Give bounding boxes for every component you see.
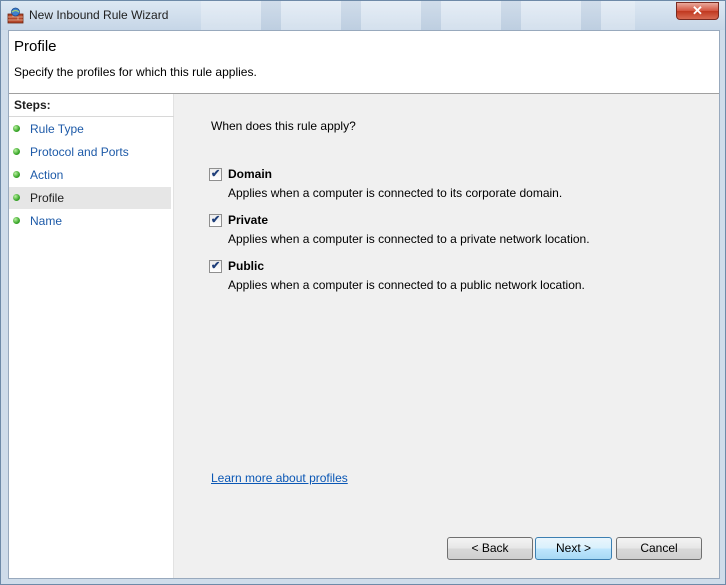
step-protocol-and-ports[interactable]: Protocol and Ports xyxy=(9,141,171,163)
step-current-icon xyxy=(13,194,20,201)
public-checkbox[interactable]: ✔ xyxy=(209,260,222,273)
cancel-button[interactable]: Cancel xyxy=(616,537,702,560)
wizard-client-area: Profile Specify the profiles for which t… xyxy=(8,30,720,579)
option-description: Applies when a computer is connected to … xyxy=(228,232,590,246)
question-text: When does this rule apply? xyxy=(211,119,356,133)
option-title[interactable]: Public xyxy=(228,259,264,273)
step-pending-icon xyxy=(13,217,20,224)
step-name[interactable]: Name xyxy=(9,210,171,232)
firewall-icon xyxy=(7,7,24,24)
checkmark-icon: ✔ xyxy=(211,168,221,180)
step-label: Protocol and Ports xyxy=(30,145,129,159)
step-label: Profile xyxy=(30,191,65,205)
close-icon: ✕ xyxy=(692,3,703,18)
step-label: Name xyxy=(30,214,63,228)
page-description: Specify the profiles for which this rule… xyxy=(14,65,257,79)
step-complete-icon xyxy=(13,125,20,132)
steps-panel: Steps: Rule Type Protocol and Ports Acti… xyxy=(9,94,174,578)
wizard-header: Profile Specify the profiles for which t… xyxy=(9,31,719,94)
close-button[interactable]: ✕ xyxy=(676,2,719,20)
step-profile: Profile xyxy=(9,187,171,209)
step-action[interactable]: Action xyxy=(9,164,171,186)
next-button[interactable]: Next > xyxy=(535,537,612,560)
option-description: Applies when a computer is connected to … xyxy=(228,186,563,200)
step-complete-icon xyxy=(13,171,20,178)
option-title[interactable]: Domain xyxy=(228,167,272,181)
wizard-window: New Inbound Rule Wizard ✕ Profile Specif… xyxy=(0,0,726,585)
option-title[interactable]: Private xyxy=(228,213,268,227)
step-label: Rule Type xyxy=(30,122,84,136)
option-description: Applies when a computer is connected to … xyxy=(228,278,585,292)
steps-divider xyxy=(9,116,174,117)
step-label: Action xyxy=(30,168,64,182)
step-rule-type[interactable]: Rule Type xyxy=(9,118,171,140)
title-bar[interactable]: New Inbound Rule Wizard ✕ xyxy=(1,1,725,30)
page-title: Profile xyxy=(14,38,57,55)
step-complete-icon xyxy=(13,148,20,155)
back-button[interactable]: < Back xyxy=(447,537,533,560)
learn-more-link[interactable]: Learn more about profiles xyxy=(211,471,348,485)
steps-heading: Steps: xyxy=(14,98,51,112)
domain-checkbox[interactable]: ✔ xyxy=(209,168,222,181)
checkmark-icon: ✔ xyxy=(211,260,221,272)
checkmark-icon: ✔ xyxy=(211,214,221,226)
private-checkbox[interactable]: ✔ xyxy=(209,214,222,227)
window-title: New Inbound Rule Wizard xyxy=(29,8,169,22)
content-panel: When does this rule apply? ✔ Domain Appl… xyxy=(175,94,719,578)
background-window-ghost xyxy=(201,1,635,30)
